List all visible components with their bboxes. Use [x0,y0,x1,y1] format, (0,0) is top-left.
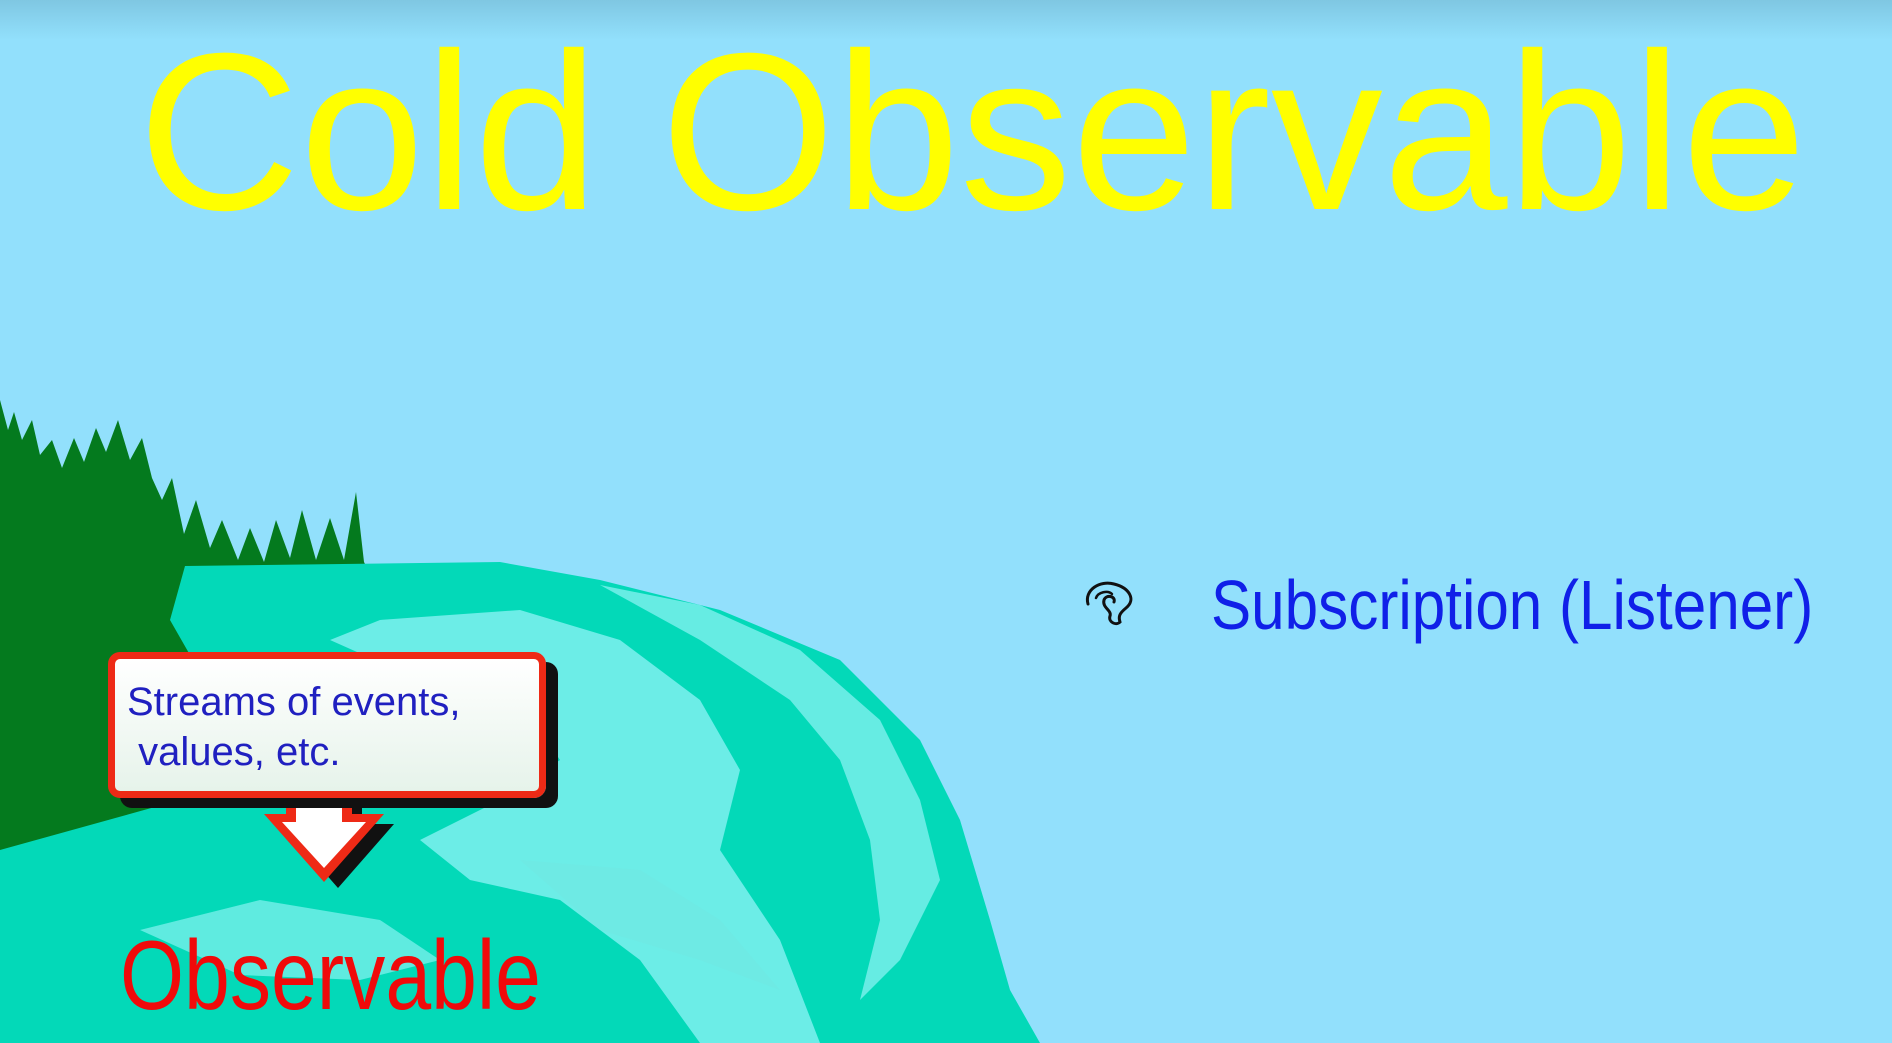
callout-box: Streams of events, values, etc. [108,652,546,798]
page-title: Cold Observable [138,7,1807,257]
slide: Cold Observable Subscription (Listener) … [0,0,1892,1043]
subscription-label: Subscription (Listener) [1211,566,1814,644]
callout-text: Streams of events, values, etc. [127,680,461,774]
ear-icon [1085,581,1133,626]
observable-label: Observable [120,920,541,1030]
